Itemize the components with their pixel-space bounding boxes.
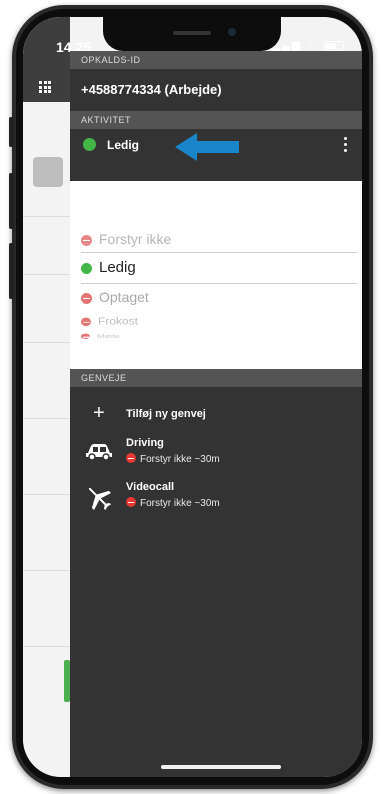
shortcut-subtitle: Forstyr ikke ~30m	[126, 453, 220, 465]
picker-item-forstyr-ikke[interactable]: Forstyr ikke	[81, 231, 331, 247]
car-icon	[82, 441, 116, 466]
caller-id-value[interactable]: +4588774334 (Arbejde)	[70, 69, 362, 111]
add-shortcut-label: Tilføj ny genvej	[126, 408, 206, 420]
picker-item-label: Ledig	[99, 259, 136, 276]
picker-item-ledig[interactable]: Ledig	[81, 259, 331, 276]
picker-selection-line	[81, 283, 357, 284]
picker-item-frokost[interactable]: Frokost	[81, 315, 331, 327]
volume-down-button	[9, 243, 14, 299]
shortcut-subtitle: Forstyr ikke ~30m	[126, 497, 220, 509]
activity-current-label: Ledig	[107, 138, 139, 152]
list-divider	[23, 342, 70, 343]
more-options-icon[interactable]	[344, 137, 348, 152]
shortcut-title: Videocall	[126, 481, 175, 493]
activity-header: AKTIVITET	[70, 111, 362, 129]
volume-up-button	[9, 173, 14, 229]
status-available-dot	[83, 138, 96, 151]
picker-selection-line	[81, 252, 357, 253]
status-busy-dot	[81, 234, 92, 246]
status-busy-dot	[81, 317, 91, 326]
airplane-icon	[82, 483, 116, 518]
background-app-field	[33, 157, 63, 187]
status-busy-dot	[81, 333, 90, 340]
list-divider	[23, 494, 70, 495]
picker-item-label: Møde	[97, 333, 121, 340]
phone-notch	[103, 17, 281, 51]
list-divider	[23, 274, 70, 275]
picker-item-label: Forstyr ikke	[99, 231, 172, 247]
battery-icon	[324, 41, 344, 52]
shortcut-subtitle-text: Forstyr ikke ~30m	[140, 454, 220, 465]
side-panel: OPKALDS-ID +4588774334 (Arbejde) AKTIVIT…	[70, 51, 362, 777]
shortcuts-header: GENVEJE	[70, 369, 362, 387]
speaker-grille	[173, 31, 211, 35]
list-divider	[23, 570, 70, 571]
status-available-dot	[81, 262, 92, 274]
shortcut-driving[interactable]: Driving Forstyr ikke ~30m	[70, 435, 362, 475]
shortcut-title: Driving	[126, 437, 164, 449]
background-app	[23, 17, 70, 777]
picker-item-mode[interactable]: Møde	[81, 333, 331, 340]
list-divider	[23, 418, 70, 419]
mute-switch	[9, 117, 14, 147]
caller-id-header: OPKALDS-ID	[70, 51, 362, 69]
front-camera	[228, 28, 236, 36]
phone-screen: 14.25 ▂▄▆ ◠ OPKALDS-ID +4588774334 (Arbe…	[23, 17, 362, 777]
plus-icon: +	[93, 402, 105, 424]
shortcut-subtitle-text: Forstyr ikke ~30m	[140, 498, 220, 509]
picker-item-optaget[interactable]: Optaget	[81, 289, 331, 305]
list-divider	[23, 216, 70, 217]
status-busy-icon	[126, 497, 136, 507]
status-picker[interactable]: Forstyr ikke Ledig Optaget Frokost Møde	[70, 181, 362, 369]
activity-status-row[interactable]: Ledig	[70, 129, 362, 161]
grid-menu-icon[interactable]	[39, 81, 51, 93]
picker-item-label: Frokost	[98, 315, 139, 327]
home-indicator[interactable]	[161, 765, 281, 769]
status-busy-dot	[81, 292, 92, 304]
picker-item-label: Optaget	[99, 289, 149, 305]
status-busy-icon	[126, 453, 136, 463]
list-divider	[23, 646, 70, 647]
add-shortcut-row[interactable]: + Tilføj ny genvej	[70, 399, 362, 429]
pointer-arrow-icon	[175, 133, 239, 161]
shortcut-videocall[interactable]: Videocall Forstyr ikke ~30m	[70, 479, 362, 523]
